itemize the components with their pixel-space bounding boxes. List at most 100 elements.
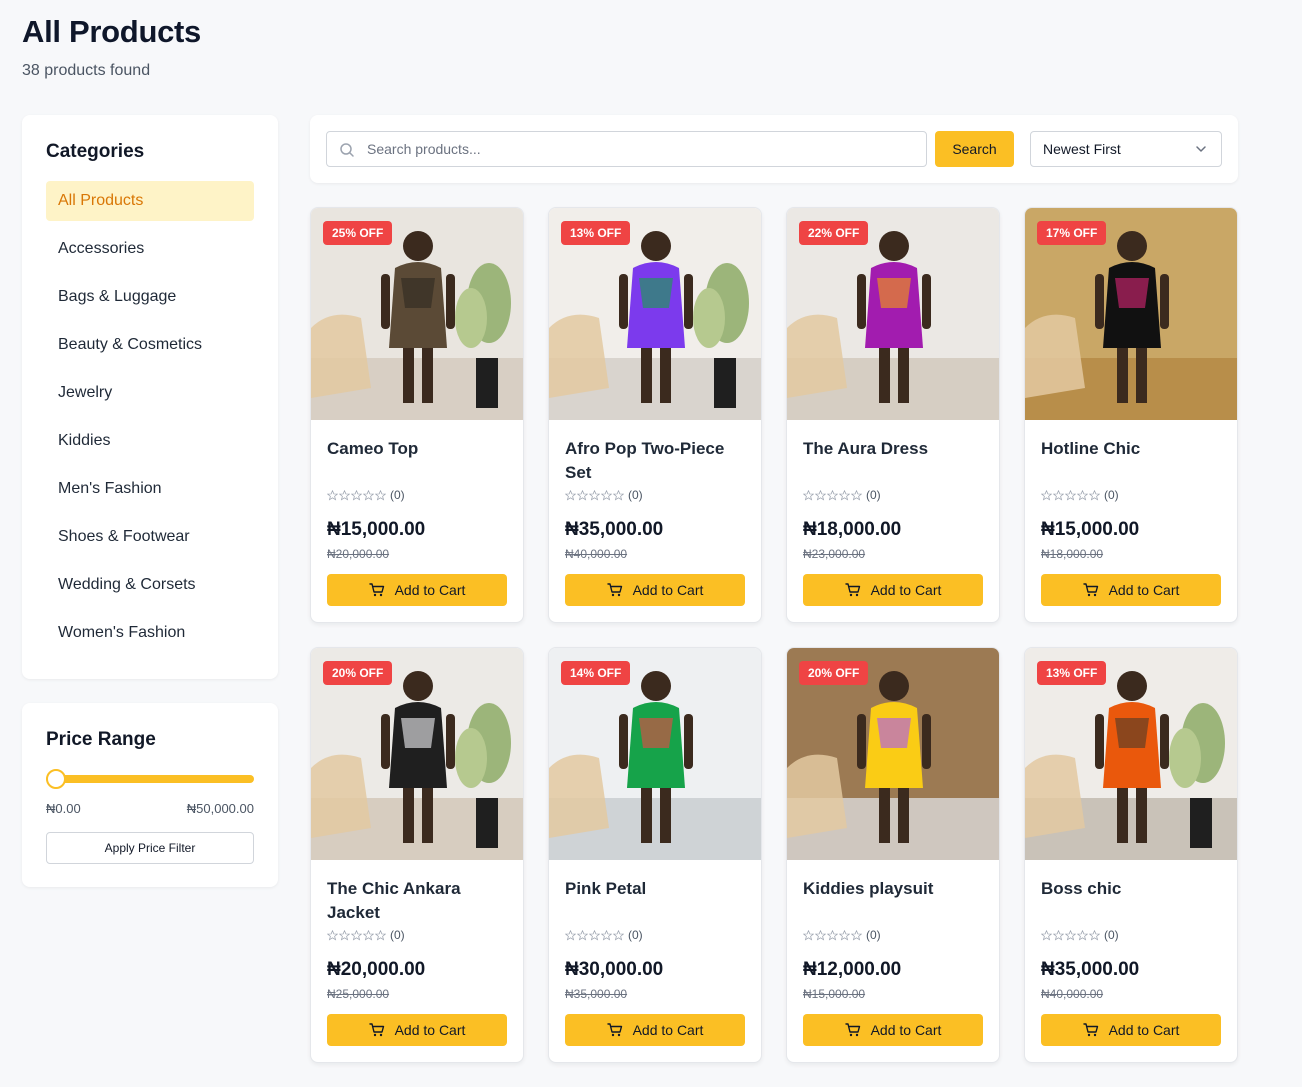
product-rating: (0)	[1041, 925, 1221, 945]
star-icon	[565, 489, 576, 501]
star-icon	[565, 929, 576, 941]
search-input[interactable]	[367, 132, 917, 166]
add-to-cart-button[interactable]: Add to Cart	[1041, 574, 1221, 606]
rating-count: (0)	[1104, 488, 1119, 502]
category-item[interactable]: Wedding & Corsets	[46, 565, 254, 605]
category-item[interactable]: Men's Fashion	[46, 469, 254, 509]
product-image[interactable]: 20% OFF	[787, 648, 999, 860]
category-item[interactable]: Bags & Luggage	[46, 277, 254, 317]
product-rating: (0)	[1041, 485, 1221, 505]
add-to-cart-button[interactable]: Add to Cart	[565, 1014, 745, 1046]
price-slider-track[interactable]	[46, 775, 254, 783]
product-card[interactable]: 20% OFF The Chic Ankara Jacket (0) ₦20,000.…	[310, 647, 524, 1063]
star-icon	[1065, 489, 1076, 501]
product-info: The Aura Dress (0) ₦18,000.00 ₦23,000.00 Add…	[803, 420, 983, 622]
product-info: The Chic Ankara Jacket (0) ₦20,000.00 ₦25,0…	[327, 860, 507, 1062]
product-card[interactable]: 20% OFF Kiddies playsuit (0) ₦12,000.00 ₦15,…	[786, 647, 1000, 1063]
product-name[interactable]: Afro Pop Two-Piece Set	[565, 437, 745, 485]
product-old-price: ₦35,000.00	[565, 987, 628, 1001]
product-price: ₦18,000.00	[803, 519, 902, 540]
star-icon	[1089, 929, 1100, 941]
product-old-price: ₦15,000.00	[803, 987, 866, 1001]
cart-icon	[606, 583, 622, 597]
product-name[interactable]: The Chic Ankara Jacket	[327, 877, 507, 925]
price-labels: ₦0.00 ₦50,000.00	[46, 801, 254, 816]
cart-icon	[844, 583, 860, 597]
apply-price-filter-button[interactable]: Apply Price Filter	[46, 832, 254, 864]
discount-badge: 13% OFF	[1037, 661, 1107, 685]
product-name[interactable]: Cameo Top	[327, 437, 507, 485]
product-image[interactable]: 13% OFF	[1025, 648, 1237, 860]
product-image[interactable]: 17% OFF	[1025, 208, 1237, 420]
product-image[interactable]: 20% OFF	[311, 648, 523, 860]
product-info: Boss chic (0) ₦35,000.00 ₦40,000.00 Add to C…	[1041, 860, 1221, 1062]
add-to-cart-button[interactable]: Add to Cart	[1041, 1014, 1221, 1046]
product-name[interactable]: The Aura Dress	[803, 437, 983, 485]
add-to-cart-button[interactable]: Add to Cart	[327, 574, 507, 606]
search-button[interactable]: Search	[935, 131, 1014, 167]
rating-count: (0)	[866, 488, 881, 502]
chevron-down-icon	[1196, 146, 1206, 152]
product-card[interactable]: 17% OFF Hotline Chic (0) ₦15,000.00 ₦18,000.…	[1024, 207, 1238, 623]
product-price: ₦15,000.00	[1041, 519, 1140, 540]
search-toolbar: Search Newest First	[310, 115, 1238, 183]
add-to-cart-button[interactable]: Add to Cart	[803, 1014, 983, 1046]
add-to-cart-button[interactable]: Add to Cart	[327, 1014, 507, 1046]
discount-badge: 20% OFF	[323, 661, 393, 685]
add-to-cart-button[interactable]: Add to Cart	[803, 574, 983, 606]
product-price: ₦35,000.00	[1041, 959, 1140, 980]
product-card[interactable]: 22% OFF The Aura Dress (0) ₦18,000.00 ₦23,00…	[786, 207, 1000, 623]
search-box[interactable]	[326, 131, 927, 167]
star-icon	[803, 489, 814, 501]
star-icon	[1077, 929, 1088, 941]
category-item[interactable]: Kiddies	[46, 421, 254, 461]
product-image[interactable]: 13% OFF	[549, 208, 761, 420]
discount-badge: 22% OFF	[799, 221, 869, 245]
add-to-cart-button[interactable]: Add to Cart	[565, 574, 745, 606]
rating-stars	[565, 929, 624, 941]
star-icon	[375, 489, 386, 501]
product-card[interactable]: 25% OFF Cameo Top (0) ₦15,000.00 ₦20,000.00 A…	[310, 207, 524, 623]
product-card[interactable]: 13% OFF Boss chic (0) ₦35,000.00 ₦40,000.00 A…	[1024, 647, 1238, 1063]
product-rating: (0)	[803, 925, 983, 945]
product-image[interactable]: 25% OFF	[311, 208, 523, 420]
star-icon	[375, 929, 386, 941]
category-item[interactable]: All Products	[46, 181, 254, 221]
discount-badge: 17% OFF	[1037, 221, 1107, 245]
discount-badge: 20% OFF	[799, 661, 869, 685]
category-item[interactable]: Shoes & Footwear	[46, 517, 254, 557]
cart-icon	[606, 1023, 622, 1037]
product-price: ₦30,000.00	[565, 959, 664, 980]
page-title: All Products	[22, 14, 201, 49]
product-name[interactable]: Hotline Chic	[1041, 437, 1221, 485]
product-count: 38 products found	[22, 62, 151, 79]
product-name[interactable]: Pink Petal	[565, 877, 745, 925]
star-icon	[577, 929, 588, 941]
discount-badge: 25% OFF	[323, 221, 393, 245]
rating-count: (0)	[866, 928, 881, 942]
price-slider[interactable]	[46, 769, 254, 789]
star-icon	[601, 489, 612, 501]
category-item[interactable]: Accessories	[46, 229, 254, 269]
category-item[interactable]: Jewelry	[46, 373, 254, 413]
rating-count: (0)	[628, 928, 643, 942]
add-to-cart-label: Add to Cart	[394, 582, 466, 598]
category-item[interactable]: Beauty & Cosmetics	[46, 325, 254, 365]
category-item[interactable]: Women's Fashion	[46, 613, 254, 653]
star-icon	[327, 929, 338, 941]
cart-icon	[844, 1023, 860, 1037]
price-slider-thumb[interactable]	[46, 769, 66, 789]
rating-count: (0)	[628, 488, 643, 502]
product-card[interactable]: 13% OFF Afro Pop Two-Piece Set (0) ₦35,000.…	[548, 207, 762, 623]
product-rating: (0)	[565, 925, 745, 945]
product-image[interactable]: 14% OFF	[549, 648, 761, 860]
product-name[interactable]: Kiddies playsuit	[803, 877, 983, 925]
sort-select[interactable]: Newest First	[1030, 131, 1222, 167]
product-image[interactable]: 22% OFF	[787, 208, 999, 420]
product-card[interactable]: 14% OFF Pink Petal (0) ₦30,000.00 ₦35,000.00…	[548, 647, 762, 1063]
rating-count: (0)	[1104, 928, 1119, 942]
product-name[interactable]: Boss chic	[1041, 877, 1221, 925]
product-price: ₦35,000.00	[565, 519, 664, 540]
rating-count: (0)	[390, 488, 405, 502]
star-icon	[815, 929, 826, 941]
